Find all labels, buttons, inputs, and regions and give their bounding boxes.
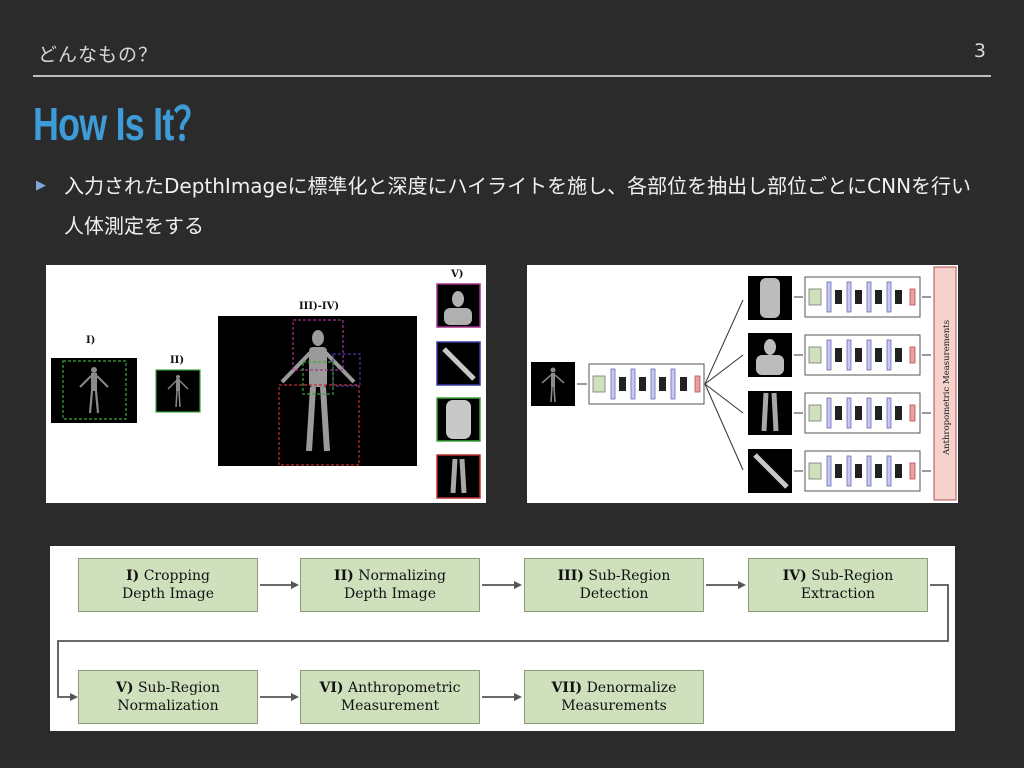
- label-v: V): [450, 269, 464, 280]
- figure-subregions: I) II) III)-IV) V): [46, 265, 486, 503]
- step-normalizing-depth-image: II) Normalizing Depth Image: [300, 558, 480, 612]
- step-denormalize-measurements: VII) Denormalize Measurements: [524, 670, 704, 724]
- step-sub-region-normalization: V) Sub-Region Normalization: [78, 670, 258, 724]
- label-i: I): [86, 335, 95, 346]
- branch-torso: [748, 276, 921, 320]
- step-sub-region-detection: III) Sub-Region Detection: [524, 558, 704, 612]
- bullet-text: 入力されたDepthImageに標準化と深度にハイライトを施し、各部位を抽出し部…: [64, 174, 972, 238]
- step-anthropometric-measurement: VI) Anthropometric Measurement: [300, 670, 480, 724]
- subregion-legs: [436, 454, 481, 499]
- slide-title: How Is It？: [33, 98, 209, 150]
- section-label: どんなもの？: [38, 44, 159, 66]
- branch-arm: [748, 449, 921, 493]
- page-number: 3: [973, 40, 986, 62]
- branch-legs: [748, 391, 921, 435]
- pipeline-flowchart: I) Cropping Depth Image II) Normalizing De…: [50, 546, 955, 731]
- figure-cnn-architecture: Anthropometric Measurements: [527, 265, 958, 503]
- measurements-label: Anthropometric Measurements: [942, 320, 952, 456]
- label-ii: II): [170, 355, 184, 366]
- branch-upper-body: [748, 333, 921, 377]
- header-rule: [33, 75, 991, 77]
- step-sub-region-extraction: IV) Sub-Region Extraction: [748, 558, 928, 612]
- label-iii-iv: III)-IV): [299, 301, 339, 312]
- step-cropping-depth-image: I) Cropping Depth Image: [78, 558, 258, 612]
- triangle-right-icon: ▶: [36, 178, 46, 193]
